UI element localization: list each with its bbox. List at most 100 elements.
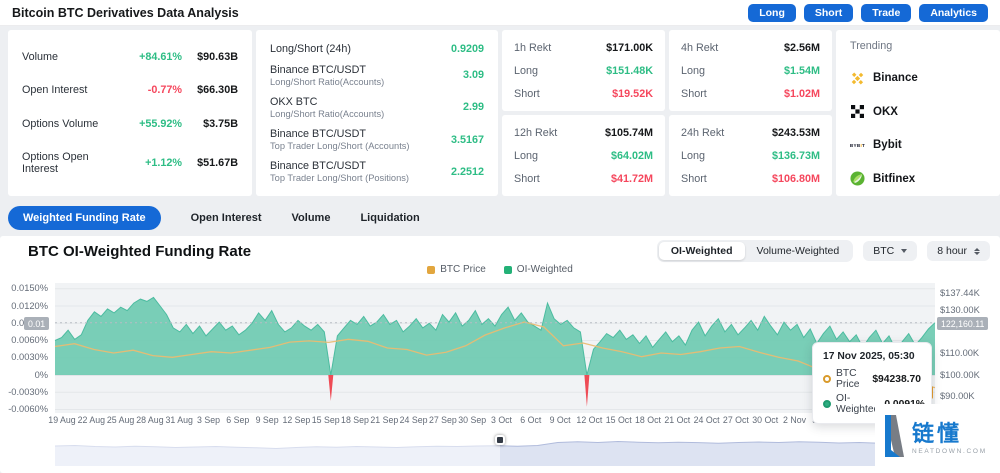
rekt-row: Long $1.54M (681, 65, 820, 77)
btc-price-dot-icon (823, 375, 831, 383)
stat-row-options-open-interest: Options Open Interest +1.12% $51.67B (22, 151, 238, 175)
trending-item-label: OKX (873, 106, 898, 118)
trending-item-bybit[interactable]: BYBIT Bybit (850, 138, 986, 153)
rekt-row: Short $106.80M (681, 173, 820, 185)
watermark-text: 链懂 NEATDOWN.COM (912, 422, 987, 455)
ls-subtitle: Long/Short Ratio(Accounts) (270, 109, 463, 119)
stat-label: Open Interest (22, 84, 126, 96)
trade-button[interactable]: Trade (861, 4, 911, 22)
x-axis-label: 30 Sep (458, 415, 486, 425)
rekt-row: 4h Rekt $2.56M (681, 42, 820, 54)
analytics-button[interactable]: Analytics (919, 4, 988, 22)
x-axis-label: 12 Oct (576, 415, 602, 425)
rekt-period: 4h Rekt (681, 42, 718, 54)
crosshair-left-badge: 0.01 (24, 317, 49, 330)
ls-titles: Binance BTC/USDT Top Trader Long/Short (… (270, 160, 451, 183)
derivatives-dashboard: Bitcoin BTC Derivatives Data Analysis Lo… (0, 0, 1000, 473)
neatdown-watermark: 链懂 NEATDOWN.COM (875, 404, 1000, 473)
rekt-row: Long $136.73M (681, 150, 820, 162)
page-title: Bitcoin BTC Derivatives Data Analysis (12, 6, 239, 20)
long-button[interactable]: Long (748, 4, 796, 22)
trending-panel: Trending Binance OKX BYBIT Bybit Bitfine… (836, 30, 1000, 196)
rekt-card-1h: 1h Rekt $171.00K Long $151.48K Short $19… (502, 30, 665, 111)
rekt-long-label: Long (514, 150, 538, 162)
toggle-oi-weighted[interactable]: OI-Weighted (659, 242, 745, 260)
y-axis-label-right: $100.00K (940, 370, 998, 380)
tab-volume[interactable]: Volume (292, 212, 331, 224)
stat-row-open-interest: Open Interest -0.77% $66.30B (22, 84, 238, 96)
x-axis-label: 24 Sep (400, 415, 428, 425)
x-axis-label: 24 Oct (694, 415, 720, 425)
legend-item-oi-weighted[interactable]: OI-Weighted (504, 264, 573, 275)
stat-value: $90.63B (182, 51, 238, 63)
ls-titles: Long/Short (24h) (270, 43, 451, 55)
tab-open-interest[interactable]: Open Interest (191, 212, 262, 224)
x-axis-label: 25 Aug (107, 415, 134, 425)
x-axis-label: 2 Nov (783, 415, 806, 425)
ls-titles: Binance BTC/USDT Top Trader Long/Short (… (270, 128, 451, 151)
legend-label: OI-Weighted (517, 264, 573, 275)
tab-weighted-funding-rate[interactable]: Weighted Funding Rate (8, 206, 161, 230)
trending-item-okx[interactable]: OKX (850, 104, 986, 119)
ls-titles: Binance BTC/USDT Long/Short Ratio(Accoun… (270, 64, 463, 87)
x-axis-label: 6 Oct (520, 415, 541, 425)
ls-row: Binance BTC/USDT Long/Short Ratio(Accoun… (270, 64, 484, 87)
short-button[interactable]: Short (804, 4, 853, 22)
stat-change: +84.61% (126, 51, 182, 63)
rekt-row: 24h Rekt $243.53M (681, 127, 820, 139)
rekt-long-value: $64.02M (611, 150, 653, 162)
x-axis-label: 18 Sep (341, 415, 369, 425)
rekt-row: Long $64.02M (514, 150, 653, 162)
chart-range-navigator[interactable] (55, 428, 1000, 468)
x-axis-label: 27 Oct (723, 415, 749, 425)
toggle-volume-weighted[interactable]: Volume-Weighted (745, 242, 852, 260)
rekt-period: 24h Rekt (681, 127, 724, 139)
ls-title: Long/Short (24h) (270, 43, 451, 55)
rekt-short-value: $1.02M (784, 88, 820, 100)
rekt-row: Short $1.02M (681, 88, 820, 100)
x-axis-label: 19 Aug (48, 415, 75, 425)
trending-item-bitfinex[interactable]: Bitfinex (850, 171, 986, 186)
tooltip-label: OI-Weighted (836, 393, 879, 415)
stat-change: +55.92% (126, 118, 182, 130)
trending-item-label: Bitfinex (873, 173, 915, 185)
watermark-domain: NEATDOWN.COM (912, 448, 987, 455)
rekt-short-value: $106.80M (772, 173, 820, 185)
x-axis-label: 21 Oct (664, 415, 690, 425)
navigator-handle[interactable] (495, 435, 505, 445)
x-axis-label: 30 Oct (752, 415, 778, 425)
tab-liquidation[interactable]: Liquidation (360, 212, 419, 224)
y-axis-label-left: 0% (0, 370, 48, 380)
y-axis-label-left: -0.0060% (0, 404, 48, 414)
legend-label: BTC Price (440, 264, 486, 275)
symbol-select-value: BTC (873, 245, 894, 257)
ls-title: Binance BTC/USDT (270, 64, 463, 76)
tooltip-value: $94238.70 (872, 374, 921, 385)
chart-controls: OI-Weighted Volume-Weighted BTC 8 hour (657, 240, 990, 262)
legend-item-btc-price[interactable]: BTC Price (427, 264, 486, 275)
ls-value: 3.5167 (451, 134, 484, 146)
rekt-period: 12h Rekt (514, 127, 557, 139)
chart-tabs: Weighted Funding Rate Open Interest Volu… (8, 204, 420, 231)
rekt-row: Short $41.72M (514, 173, 653, 185)
funding-rate-chart[interactable] (55, 283, 935, 413)
bybit-icon: BYBIT (850, 138, 865, 153)
y-axis-label-left: -0.0030% (0, 387, 48, 397)
trending-item-binance[interactable]: Binance (850, 71, 986, 86)
x-axis-label: 3 Oct (491, 415, 512, 425)
x-axis-label: 12 Sep (282, 415, 310, 425)
market-stats-card: Volume +84.61% $90.63B Open Interest -0.… (8, 30, 252, 196)
interval-select[interactable]: 8 hour (927, 241, 990, 261)
symbol-select[interactable]: BTC (863, 241, 917, 261)
rekt-short-label: Short (514, 88, 540, 100)
y-axis-label-right: $137.44K (940, 288, 998, 298)
rekt-card-4h: 4h Rekt $2.56M Long $1.54M Short $1.02M (669, 30, 832, 111)
trending-title: Trending (850, 40, 986, 52)
x-axis-label: 9 Sep (256, 415, 279, 425)
x-axis-label: 31 Aug (165, 415, 192, 425)
y-axis-label-left: 0.0120% (0, 301, 48, 311)
rekt-total: $2.56M (784, 42, 820, 54)
chart-title: BTC OI-Weighted Funding Rate (28, 243, 251, 260)
rekt-row: Long $151.48K (514, 65, 653, 77)
top-bar: Bitcoin BTC Derivatives Data Analysis Lo… (0, 0, 1000, 26)
